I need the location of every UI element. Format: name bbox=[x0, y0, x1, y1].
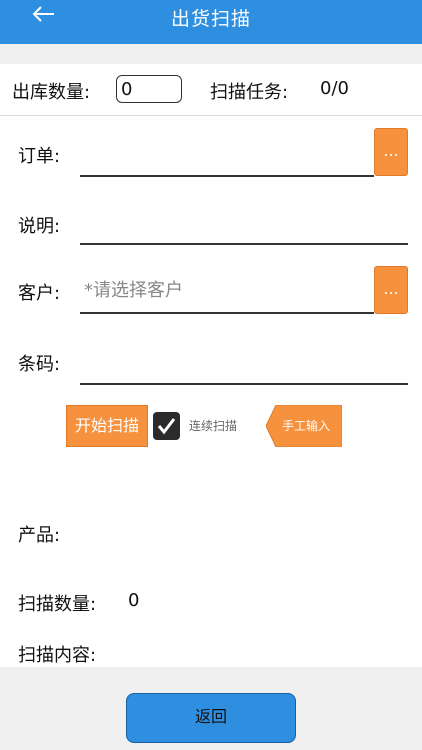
barcode-input[interactable] bbox=[80, 383, 408, 385]
description-input[interactable] bbox=[80, 243, 408, 245]
continuous-scan-checkbox[interactable] bbox=[153, 412, 180, 440]
customer-placeholder[interactable]: *请选择客户 bbox=[84, 276, 183, 302]
customer-field: 客户: *请选择客户 ... bbox=[0, 265, 422, 325]
customer-label: 客户: bbox=[18, 283, 61, 304]
barcode-field: 条码: bbox=[0, 340, 422, 400]
checkmark-icon bbox=[157, 418, 176, 435]
order-select-button[interactable]: ... bbox=[374, 128, 408, 176]
scan-qty-value: 0 bbox=[128, 590, 140, 611]
scan-task-label: 扫描任务: bbox=[210, 82, 289, 103]
out-qty-input[interactable] bbox=[116, 75, 182, 103]
scan-qty-label: 扫描数量: bbox=[18, 594, 97, 615]
return-button[interactable]: 返回 bbox=[126, 693, 296, 743]
app-header: 出货扫描 bbox=[0, 0, 422, 44]
customer-select-button[interactable]: ... bbox=[374, 266, 408, 314]
scan-content-label: 扫描内容: bbox=[18, 645, 97, 666]
header-spacer bbox=[0, 44, 422, 64]
footer-bar: 返回 bbox=[0, 667, 422, 750]
start-scan-button[interactable]: 开始扫描 bbox=[66, 405, 148, 447]
barcode-label: 条码: bbox=[18, 354, 61, 375]
out-qty-label: 出库数量: bbox=[12, 82, 91, 103]
order-field: 订单: ... bbox=[0, 128, 422, 188]
manual-input-label: 手工输入 bbox=[282, 419, 331, 433]
scan-task-value: 0/0 bbox=[320, 78, 349, 99]
description-field: 说明: bbox=[0, 200, 422, 260]
quantity-row: 出库数量: 扫描任务: 0/0 bbox=[0, 64, 422, 116]
manual-input-button[interactable]: 手工输入 bbox=[266, 405, 342, 447]
continuous-scan-label: 连续扫描 bbox=[189, 419, 238, 433]
description-label: 说明: bbox=[18, 216, 61, 237]
page-title: 出货扫描 bbox=[170, 8, 251, 30]
product-label: 产品: bbox=[18, 525, 61, 546]
order-input[interactable] bbox=[80, 175, 374, 177]
customer-input[interactable] bbox=[80, 312, 374, 314]
order-label: 订单: bbox=[18, 146, 61, 167]
